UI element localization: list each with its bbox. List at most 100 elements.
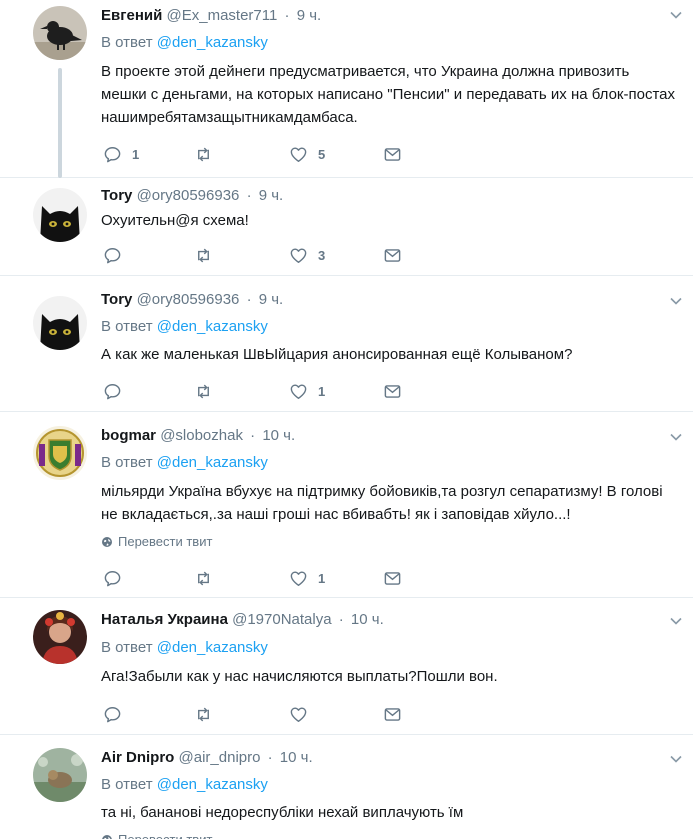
author-name[interactable]: Евгений — [101, 7, 162, 24]
envelope-icon — [384, 707, 401, 721]
tweet-text: А как же маленькая ШвЫйцария анонсирован… — [101, 346, 573, 363]
author-handle[interactable]: @1970Natalya — [232, 611, 331, 628]
reply-to-prefix: В ответ — [101, 454, 153, 471]
retweet-button[interactable] — [194, 703, 223, 725]
tweet-text: В проекте этой дейнеги предусматривается… — [101, 63, 675, 126]
reply-to-handle[interactable]: @den_kazansky — [157, 34, 268, 51]
reply-icon — [104, 570, 121, 586]
timestamp[interactable]: 10 ч. — [351, 611, 384, 628]
direct-message-button[interactable] — [383, 567, 402, 589]
chevron-down-icon[interactable] — [669, 430, 683, 444]
heart-icon — [290, 383, 307, 399]
separator-dot: · — [267, 749, 273, 766]
reply-icon — [104, 706, 121, 722]
heart-icon — [290, 146, 307, 162]
like-button[interactable]: 5 — [289, 143, 325, 165]
timestamp[interactable]: 9 ч. — [259, 187, 284, 204]
author-handle[interactable]: @air_dnipro — [179, 749, 261, 766]
retweet-button[interactable] — [194, 244, 223, 266]
reply-to-prefix: В ответ — [101, 776, 153, 793]
tweet-header: Tory @ory80596936 · 9 ч. — [101, 186, 283, 206]
separator-dot: · — [246, 187, 252, 204]
reply-count: 1 — [132, 146, 140, 162]
reply-button[interactable] — [103, 703, 132, 725]
reply-button[interactable]: 1 — [103, 143, 139, 165]
timestamp[interactable]: 9 ч. — [259, 291, 284, 308]
author-name[interactable]: Наталья Украина — [101, 611, 228, 628]
reply-icon — [104, 247, 121, 263]
envelope-icon — [384, 248, 401, 262]
author-name[interactable]: bogmar — [101, 427, 156, 444]
tweet[interactable]: Tory @ory80596936 · 9 ч. В ответ @den_ka… — [0, 276, 693, 412]
author-handle[interactable]: @slobozhak — [160, 427, 243, 444]
like-button[interactable]: 1 — [289, 380, 325, 402]
retweet-button[interactable] — [194, 143, 223, 165]
tweet[interactable]: Наталья Украина @1970Natalya · 10 ч. В о… — [0, 598, 693, 735]
tweet[interactable]: Tory @ory80596936 · 9 ч. Охуительн@я схе… — [0, 178, 693, 276]
timestamp[interactable]: 9 ч. — [297, 7, 322, 24]
envelope-icon — [384, 571, 401, 585]
like-button[interactable] — [289, 703, 318, 725]
translate-label[interactable]: Перевести твит — [118, 533, 212, 551]
tweet-header: Tory @ory80596936 · 9 ч. — [101, 290, 283, 310]
reply-to: В ответ @den_kazansky — [101, 317, 268, 337]
retweet-button[interactable] — [194, 567, 223, 589]
tweet-text: мільярди Україна вбухує на підтримку бой… — [101, 483, 663, 523]
retweet-button[interactable] — [194, 380, 223, 402]
separator-dot: · — [284, 7, 290, 24]
direct-message-button[interactable] — [383, 703, 402, 725]
avatar[interactable] — [33, 426, 87, 480]
tweet-actions: 3 — [101, 244, 421, 266]
envelope-icon — [384, 384, 401, 398]
tweet[interactable]: Air Dnipro @air_dnipro · 10 ч. В ответ @… — [0, 735, 693, 839]
globe-icon — [102, 835, 112, 839]
direct-message-button[interactable] — [383, 380, 402, 402]
tweet-text: Ага!Забыли как у нас начисляются выплаты… — [101, 668, 498, 685]
tweet-actions: 1 5 — [101, 143, 421, 165]
reply-to-prefix: В ответ — [101, 34, 153, 51]
reply-button[interactable] — [103, 567, 132, 589]
chevron-down-icon[interactable] — [669, 294, 683, 308]
avatar[interactable] — [33, 296, 87, 350]
like-button[interactable]: 1 — [289, 567, 325, 589]
avatar[interactable] — [33, 6, 87, 60]
reply-to-handle[interactable]: @den_kazansky — [157, 318, 268, 335]
separator-dot: · — [246, 291, 252, 308]
tweet-actions: 1 — [101, 380, 421, 402]
chevron-down-icon[interactable] — [669, 614, 683, 628]
envelope-icon — [384, 147, 401, 161]
like-button[interactable]: 3 — [289, 244, 325, 266]
retweet-icon — [198, 248, 209, 262]
reply-to-handle[interactable]: @den_kazansky — [157, 454, 268, 471]
tweet[interactable]: Евгений @Ex_master711 · 9 ч. В ответ @de… — [0, 0, 693, 178]
author-handle[interactable]: @ory80596936 — [137, 187, 240, 204]
translate-link[interactable]: Перевести твит — [101, 533, 212, 551]
author-handle[interactable]: @ory80596936 — [137, 291, 240, 308]
chevron-down-icon[interactable] — [669, 8, 683, 22]
tweet-text: Охуительн@я схема! — [101, 212, 249, 229]
retweet-icon — [198, 707, 209, 721]
translate-link[interactable]: Перевести твит — [101, 831, 212, 839]
timestamp[interactable]: 10 ч. — [262, 427, 295, 444]
reply-button[interactable] — [103, 244, 132, 266]
direct-message-button[interactable] — [383, 143, 402, 165]
tweet[interactable]: bogmar @slobozhak · 10 ч. В ответ @den_k… — [0, 412, 693, 598]
avatar[interactable] — [33, 610, 87, 664]
direct-message-button[interactable] — [383, 244, 402, 266]
reply-icon — [104, 383, 121, 399]
avatar[interactable] — [33, 188, 87, 242]
reply-to: В ответ @den_kazansky — [101, 453, 268, 473]
translate-label[interactable]: Перевести твит — [118, 831, 212, 839]
reply-button[interactable] — [103, 380, 132, 402]
author-name[interactable]: Air Dnipro — [101, 749, 174, 766]
avatar[interactable] — [33, 748, 87, 802]
chevron-down-icon[interactable] — [669, 752, 683, 766]
author-name[interactable]: Tory — [101, 291, 132, 308]
author-handle[interactable]: @Ex_master711 — [167, 7, 278, 24]
separator-dot: · — [338, 611, 344, 628]
timestamp[interactable]: 10 ч. — [280, 749, 313, 766]
author-name[interactable]: Tory — [101, 187, 132, 204]
reply-to-handle[interactable]: @den_kazansky — [157, 639, 268, 656]
tweet-header: bogmar @slobozhak · 10 ч. — [101, 426, 295, 446]
reply-to-handle[interactable]: @den_kazansky — [157, 776, 268, 793]
